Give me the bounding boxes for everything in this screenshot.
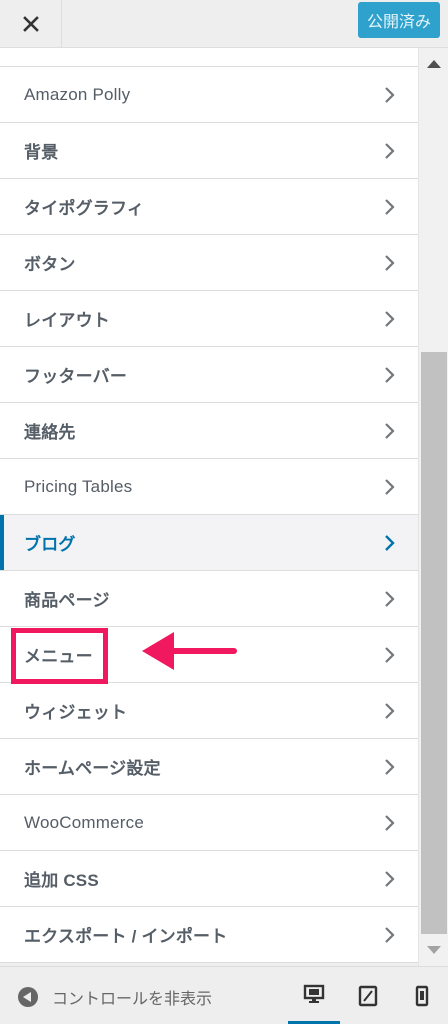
chevron-right-icon	[385, 366, 395, 383]
section-label: Amazon Polly	[24, 84, 131, 104]
chevron-right-icon	[385, 870, 395, 887]
section-label: 背景	[24, 143, 59, 162]
scrollbar-thumb[interactable]	[421, 352, 447, 934]
triangle-down-icon	[427, 946, 441, 954]
chevron-right-icon	[385, 254, 395, 271]
section-label: 連絡先	[24, 423, 76, 442]
section-typography[interactable]: タイポグラフィ	[0, 179, 418, 235]
collapse-arrow-icon	[18, 987, 38, 1007]
section-export-import[interactable]: エクスポート / インポート	[0, 907, 418, 963]
scroll-up-arrow[interactable]	[419, 54, 448, 74]
panel-top-stub	[0, 48, 418, 67]
section-background[interactable]: 背景	[0, 123, 418, 179]
chevron-right-icon	[385, 478, 395, 495]
section-label: ウィジェット	[24, 703, 128, 722]
section-contact[interactable]: 連絡先	[0, 403, 418, 459]
section-amazon-polly[interactable]: Amazon Polly	[0, 67, 418, 123]
chevron-right-icon	[385, 422, 395, 439]
chevron-right-icon	[385, 814, 395, 831]
section-label: レイアウト	[24, 311, 110, 330]
section-woocommerce[interactable]: WooCommerce	[0, 795, 418, 851]
preview-tablet-button[interactable]	[342, 967, 394, 1024]
section-product-page[interactable]: 商品ページ	[0, 571, 418, 627]
chevron-right-icon	[385, 198, 395, 215]
chevron-right-icon	[385, 142, 395, 159]
publish-button[interactable]: 公開済み	[358, 2, 440, 38]
collapse-sidebar-button[interactable]: コントロールを非表示	[18, 985, 212, 1009]
section-label: フッターバー	[24, 367, 128, 386]
scroll-down-arrow[interactable]	[419, 940, 448, 960]
chevron-right-icon	[385, 310, 395, 327]
panel-scrollbar[interactable]	[418, 48, 448, 966]
section-widgets[interactable]: ウィジェット	[0, 683, 418, 739]
close-button[interactable]	[0, 0, 62, 47]
customizer-footer: コントロールを非表示	[0, 966, 448, 1024]
chevron-right-icon	[385, 534, 395, 551]
section-additional-css[interactable]: 追加 CSS	[0, 851, 418, 907]
section-label: ホームページ設定	[24, 759, 161, 778]
mobile-icon	[415, 985, 429, 1007]
desktop-icon	[303, 984, 325, 1003]
close-icon	[22, 15, 39, 32]
triangle-up-icon	[427, 60, 441, 68]
chevron-right-icon	[385, 926, 395, 943]
section-label: Pricing Tables	[24, 476, 133, 496]
annotation-arrow-icon	[142, 632, 237, 670]
section-label: ボタン	[24, 255, 76, 274]
preview-mobile-button[interactable]	[396, 967, 448, 1024]
chevron-right-icon	[385, 702, 395, 719]
section-label: エクスポート / インポート	[24, 927, 228, 946]
preview-desktop-button[interactable]	[288, 967, 340, 1024]
section-layout[interactable]: レイアウト	[0, 291, 418, 347]
section-pricing-tables[interactable]: Pricing Tables	[0, 459, 418, 515]
section-label: WooCommerce	[24, 812, 144, 832]
chevron-right-icon	[385, 758, 395, 775]
section-label: ブログ	[24, 535, 76, 554]
customizer-header: 公開済み	[0, 0, 448, 48]
chevron-right-icon	[385, 86, 395, 103]
tablet-icon	[358, 985, 378, 1007]
annotation-highlight-box	[11, 628, 108, 684]
section-blog[interactable]: ブログ	[0, 515, 418, 571]
section-label: 商品ページ	[24, 591, 110, 610]
chevron-right-icon	[385, 646, 395, 663]
chevron-right-icon	[385, 590, 395, 607]
section-homepage-settings[interactable]: ホームページ設定	[0, 739, 418, 795]
section-footer-bar[interactable]: フッターバー	[0, 347, 418, 403]
section-buttons[interactable]: ボタン	[0, 235, 418, 291]
section-label: 追加 CSS	[24, 871, 99, 890]
customizer-sections-panel: Amazon Polly 背景 タイポグラフィ ボタン レイアウト フッターバー…	[0, 48, 418, 966]
collapse-label: コントロールを非表示	[52, 991, 213, 1008]
section-label: タイポグラフィ	[24, 199, 145, 218]
